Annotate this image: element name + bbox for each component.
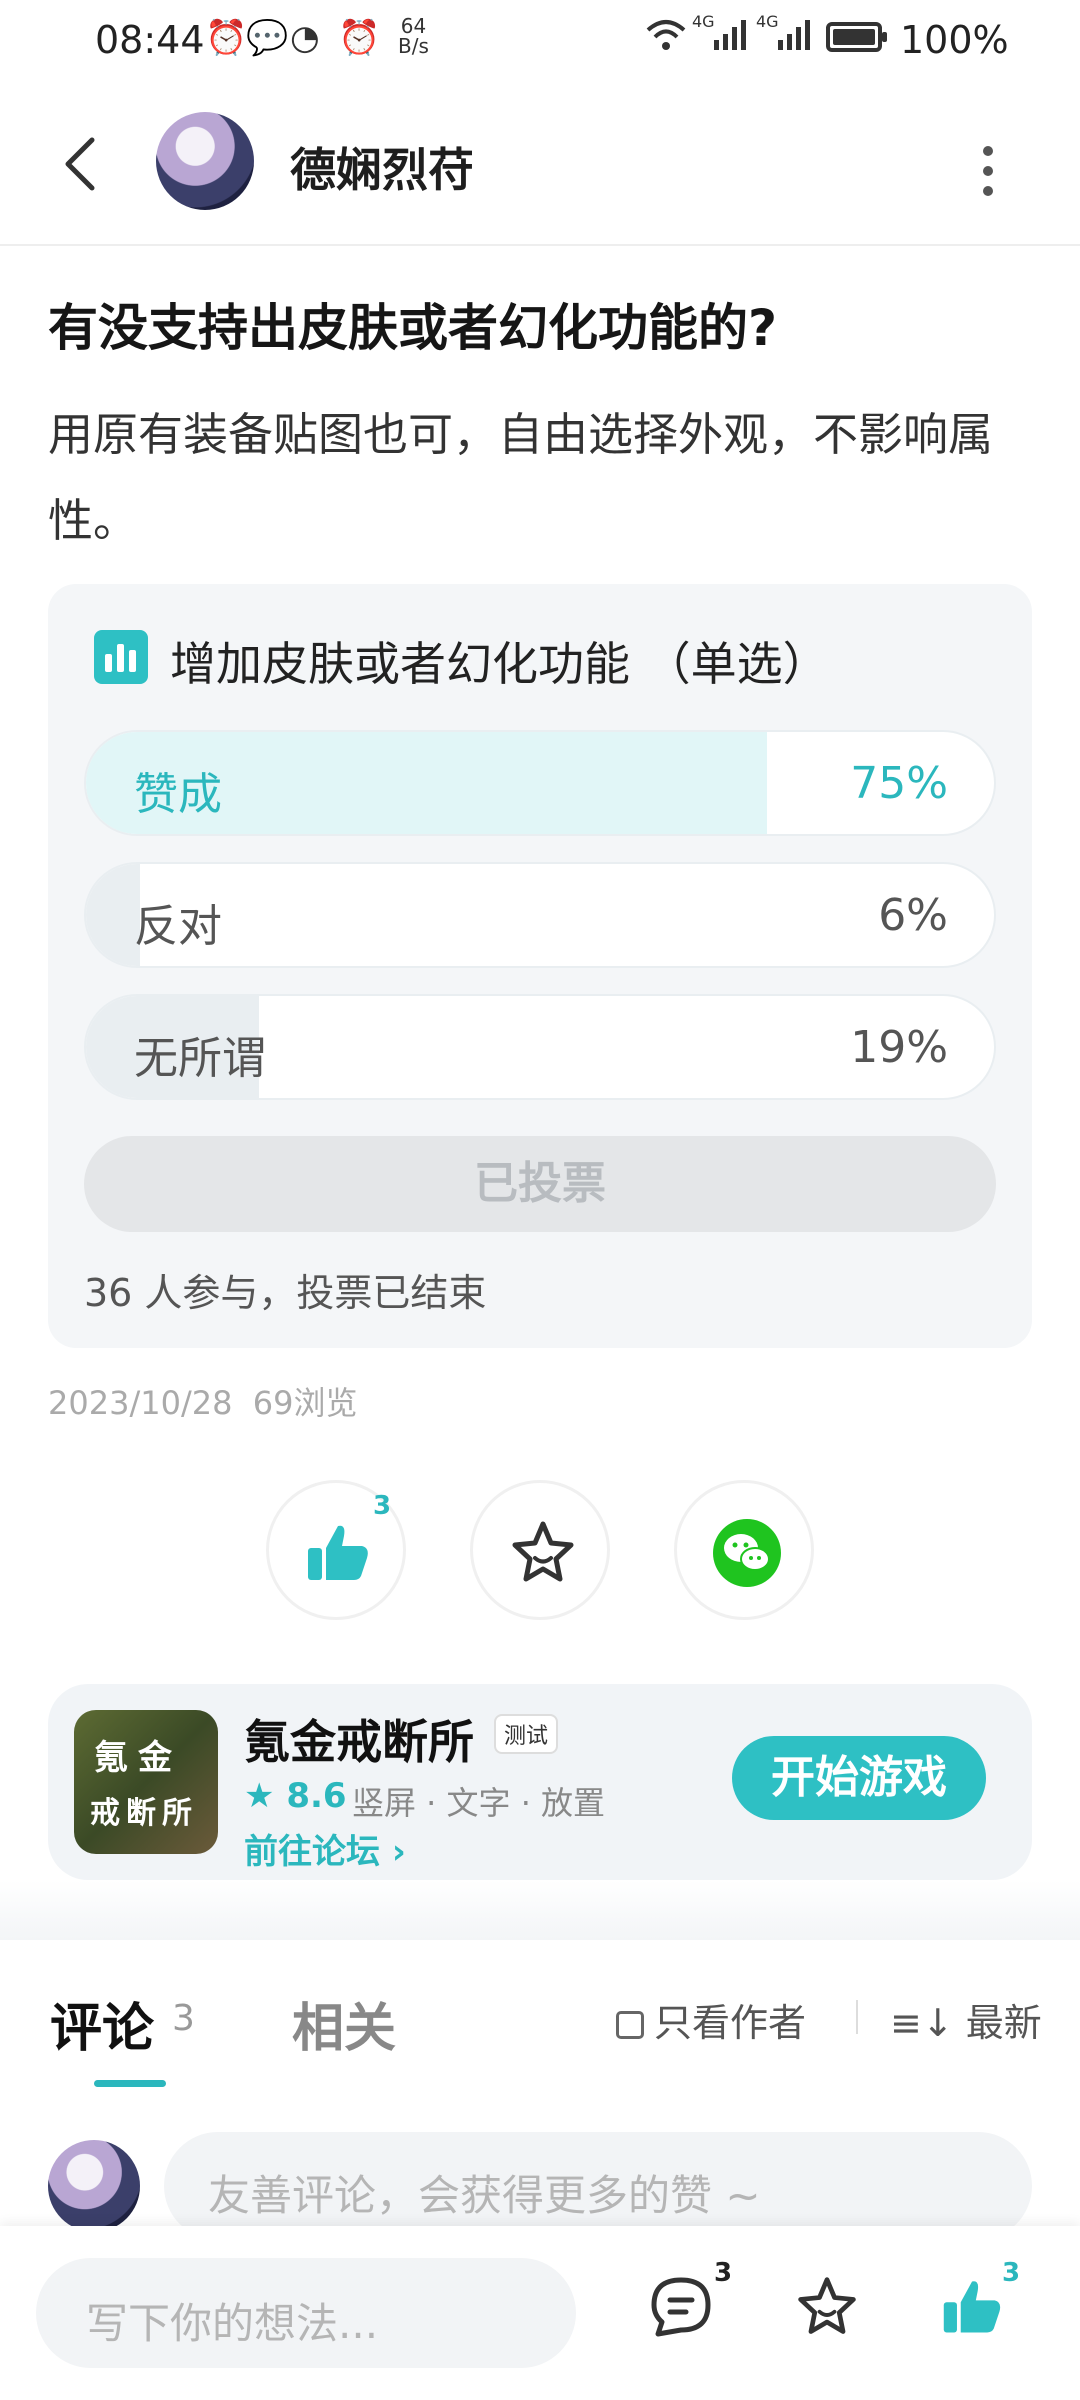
speed-icon: ◔ xyxy=(290,18,320,58)
divider xyxy=(856,2000,858,2034)
post-views: 69浏览 xyxy=(252,1384,358,1422)
post-body: 用原有装备贴图也可，自由选择外观，不影响属性。 xyxy=(48,408,994,547)
poll-option-neutral[interactable]: 无所谓 19% xyxy=(84,994,996,1100)
signal-icon-1 xyxy=(712,18,748,61)
thumbs-up-icon xyxy=(943,2281,1001,2333)
active-tab-indicator xyxy=(94,2080,166,2087)
wechat-icon xyxy=(713,1519,781,1587)
bottom-favorite-button[interactable] xyxy=(794,2274,860,2344)
my-avatar xyxy=(48,2140,140,2232)
wifi-icon xyxy=(646,18,686,61)
poll-option-approve[interactable]: 赞成 75% xyxy=(84,730,996,836)
poll-option-label: 赞成 xyxy=(134,769,222,820)
thumbs-up-icon xyxy=(308,1525,368,1580)
author-name[interactable]: 德娴烈苻 xyxy=(290,134,474,200)
poll-option-percent: 6% xyxy=(878,890,948,941)
poll-title: 增加皮肤或者幻化功能 （单选） xyxy=(170,637,829,691)
like-count-badge: 3 xyxy=(1002,2258,1021,2288)
poll-option-label: 反对 xyxy=(134,901,222,952)
alarm-icon-2: ⏰ xyxy=(338,18,381,58)
comments-count: 3 xyxy=(172,1998,195,2039)
poll-card: 增加皮肤或者幻化功能 （单选） 赞成 75% 反对 6% 无所谓 19% 已投票… xyxy=(48,584,1032,1348)
poll-option-label: 无所谓 xyxy=(134,1033,266,1084)
poll-option-percent: 19% xyxy=(850,1022,948,1073)
tab-related[interactable]: 相关 xyxy=(292,1986,396,2061)
star-icon xyxy=(512,1521,574,1582)
section-separator xyxy=(0,1880,1080,1940)
poll-option-percent: 75% xyxy=(850,758,948,809)
comment-bubble-icon xyxy=(651,2277,711,2337)
sort-button[interactable]: ≡↓ 最新 xyxy=(890,1992,1042,2047)
poll-option-oppose[interactable]: 反对 6% xyxy=(84,862,996,968)
top-nav-bar: 德娴烈苻 xyxy=(0,80,1080,246)
star-icon xyxy=(798,2277,856,2334)
post-date: 2023/10/28 xyxy=(48,1384,233,1422)
like-count-badge: 3 xyxy=(373,1491,392,1521)
battery-percent: 100% xyxy=(900,18,1009,62)
back-button[interactable] xyxy=(58,134,104,194)
status-time: 08:44 xyxy=(95,18,205,62)
poll-option-bar xyxy=(86,864,141,966)
game-card[interactable]: 氪金 戒断所 氪金戒断所 测试 ★ 8.6 竖屏 · 文字 · 放置 前往论坛 … xyxy=(48,1684,1032,1880)
more-options-button[interactable] xyxy=(980,140,996,200)
comments-button[interactable]: 3 xyxy=(648,2258,732,2344)
author-avatar[interactable] xyxy=(156,112,254,210)
game-icon[interactable]: 氪金 戒断所 xyxy=(74,1710,218,1854)
game-tags: 竖屏 · 文字 · 放置 xyxy=(352,1784,606,1822)
post-meta: 2023/10/28 69浏览 xyxy=(48,1378,358,1424)
tab-comments[interactable]: 评论 xyxy=(50,1986,154,2061)
signal-icon-2 xyxy=(776,18,812,61)
poll-footer: 36 人参与，投票已结束 xyxy=(84,1271,487,1315)
poll-chart-icon xyxy=(94,630,148,684)
post-title: 有没支持出皮肤或者幻化功能的? xyxy=(48,299,778,357)
more-dots-icon xyxy=(983,146,993,156)
comment-input[interactable]: 友善评论，会获得更多的赞 ~ xyxy=(164,2132,1032,2240)
share-wechat-button[interactable] xyxy=(674,1480,814,1620)
rating-star-icon: ★ xyxy=(244,1776,275,1816)
wechat-notification-icon: 💬 xyxy=(246,18,289,58)
sort-icon: ≡↓ xyxy=(890,2001,954,2045)
game-rating: ★ 8.6 xyxy=(244,1776,347,1816)
game-test-tag: 测试 xyxy=(494,1714,559,1754)
battery-icon xyxy=(826,22,887,52)
alarm-icon: ⏰ xyxy=(205,18,248,58)
back-arrow-icon xyxy=(65,137,95,191)
checkbox-icon xyxy=(616,2011,644,2039)
game-name[interactable]: 氪金戒断所 xyxy=(244,1706,474,1772)
voted-button[interactable]: 已投票 xyxy=(84,1136,996,1232)
chevron-right-icon: › xyxy=(391,1832,406,1872)
status-bar: 08:44 ⏰ 💬 ◔ ⏰ 64 B/s 4G 4G 100% xyxy=(0,0,1080,80)
game-forum-link[interactable]: 前往论坛 › xyxy=(244,1824,406,1873)
start-game-button[interactable]: 开始游戏 xyxy=(732,1736,986,1820)
favorite-button[interactable] xyxy=(470,1480,610,1620)
like-button[interactable]: 3 xyxy=(266,1480,406,1620)
bottom-like-button[interactable]: 3 xyxy=(940,2258,1020,2344)
comments-count-badge: 3 xyxy=(714,2258,733,2288)
bottom-action-bar: 写下你的想法... 3 3 xyxy=(0,2226,1080,2400)
author-only-toggle[interactable]: 只看作者 xyxy=(616,1992,806,2047)
reply-input[interactable]: 写下你的想法... xyxy=(36,2258,576,2368)
network-speed: 64 B/s xyxy=(398,14,429,58)
comment-tabs: 评论 3 相关 只看作者 ≡↓ 最新 xyxy=(0,1940,1080,2090)
